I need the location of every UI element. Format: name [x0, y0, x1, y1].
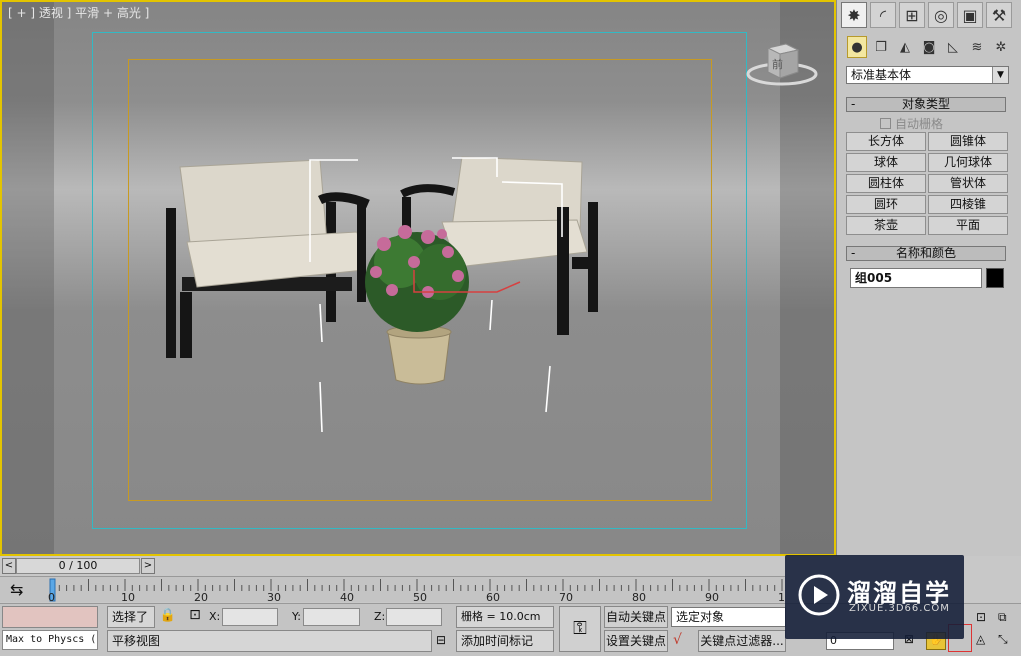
selection-status: 选择了: [107, 606, 155, 628]
watermark-logo: 溜溜自学 ZIXUE.3D66.COM: [785, 555, 964, 639]
play-logo-icon: [798, 574, 840, 616]
pyramid-button[interactable]: 四棱锥: [928, 195, 1008, 214]
viewport-label-menu[interactable]: [ + ] 透视 ] 平滑 + 高光 ]: [8, 4, 149, 21]
z-coordinate-field[interactable]: [386, 608, 442, 626]
z-label: Z:: [374, 610, 386, 623]
collapse-icon: -: [851, 97, 856, 111]
cone-button[interactable]: 圆锥体: [928, 132, 1008, 151]
key-filters-button[interactable]: 关键点过滤器...: [698, 630, 786, 652]
auto-grid-label: 自动栅格: [895, 117, 944, 131]
perspective-viewport[interactable]: [ + ] 透视 ] 平滑 + 高光 ] 前: [0, 0, 836, 556]
add-time-tag-button[interactable]: 添加时间标记: [456, 630, 554, 652]
x-label: X:: [209, 610, 221, 623]
box-button[interactable]: 长方体: [846, 132, 926, 151]
shapes-icon[interactable]: ❐: [871, 36, 891, 58]
key-mode-dropdown[interactable]: 选定对象: [671, 607, 786, 627]
viewcube[interactable]: 前: [746, 40, 818, 88]
watermark-url: ZIXUE.3D66.COM: [849, 603, 950, 614]
tick-label: 10: [121, 591, 135, 603]
torus-button[interactable]: 圆环: [846, 195, 926, 214]
tick-label: 0: [48, 591, 55, 603]
hierarchy-icon[interactable]: ⊞: [899, 2, 925, 28]
tick-label: 70: [559, 591, 573, 603]
object-type-title: 对象类型: [901, 97, 950, 111]
y-coordinate-field[interactable]: [303, 608, 360, 626]
name-color-title: 名称和颜色: [895, 246, 956, 260]
helpers-icon[interactable]: ◺: [943, 36, 963, 58]
spacewarps-icon[interactable]: ≋: [967, 36, 987, 58]
tick-label: 10: [778, 591, 784, 603]
object-type-rollout-header[interactable]: - 对象类型: [846, 97, 1006, 112]
auto-key-button[interactable]: 自动关键点: [604, 606, 668, 628]
maxscript-mini-listener-top[interactable]: [2, 606, 98, 628]
viewcube-face-label[interactable]: 前: [772, 57, 783, 71]
min-max-toggle-icon[interactable]: ⤡: [998, 632, 1016, 650]
sphere-button[interactable]: 球体: [846, 153, 926, 172]
tick-label: 50: [413, 591, 427, 603]
motion-icon[interactable]: ◎: [928, 2, 954, 28]
key-icon[interactable]: ⚿: [559, 606, 601, 652]
systems-icon[interactable]: ✲: [991, 36, 1011, 58]
object-name-field[interactable]: 组005: [850, 268, 982, 288]
key-tangent-icon[interactable]: √: [673, 632, 693, 650]
key-mode-value: 选定对象: [676, 610, 725, 624]
object-color-swatch[interactable]: [986, 268, 1004, 288]
trackbar[interactable]: ⇆ 0 10 20 30 40 50 60 70 80 90 10: [0, 576, 785, 603]
collapse-icon: -: [851, 246, 856, 260]
display-icon[interactable]: ▣: [957, 2, 983, 28]
utilities-icon[interactable]: ⚒: [986, 2, 1012, 28]
lock-icon[interactable]: 🔒: [159, 608, 177, 626]
cameras-icon[interactable]: ◙: [919, 36, 939, 58]
modify-icon[interactable]: ◜: [870, 2, 896, 28]
time-tag-icon[interactable]: ⊟: [436, 633, 452, 649]
tick-label: 30: [267, 591, 281, 603]
maxscript-mini-listener[interactable]: Max to Physcs (: [2, 630, 98, 650]
tick-label: 40: [340, 591, 354, 603]
scene-render[interactable]: [152, 142, 632, 442]
x-coordinate-field[interactable]: [222, 608, 278, 626]
command-panel-tabs: ✸ ◜ ⊞ ◎ ▣ ⚒: [841, 2, 1021, 28]
curve-editor-icon[interactable]: ⇆: [10, 580, 34, 600]
left-chair-model[interactable]: [166, 159, 370, 358]
time-prev-button[interactable]: <: [2, 558, 16, 574]
time-slider-thumb[interactable]: 0 / 100: [16, 558, 140, 574]
field-of-view-icon[interactable]: ◬: [976, 632, 994, 650]
create-icon[interactable]: ✸: [841, 2, 867, 28]
primitive-category-dropdown[interactable]: 标准基本体 ▼: [846, 66, 1009, 84]
trackbar-ruler[interactable]: 0 10 20 30 40 50 60 70 80 90 10: [44, 577, 784, 603]
lights-icon[interactable]: ◭: [895, 36, 915, 58]
plane-button[interactable]: 平面: [928, 216, 1008, 235]
name-color-rollout-header[interactable]: - 名称和颜色: [846, 246, 1006, 261]
set-key-button[interactable]: 设置关键点: [604, 630, 668, 652]
chevron-down-icon[interactable]: ▼: [992, 67, 1008, 83]
object-type-buttons: 长方体 圆锥体 球体 几何球体 圆柱体 管状体 圆环 四棱锥 茶壶 平面: [846, 132, 1008, 235]
auto-grid-check-icon[interactable]: [880, 118, 891, 129]
time-next-button[interactable]: >: [141, 558, 155, 574]
primitive-category-value: 标准基本体: [851, 68, 912, 82]
tube-button[interactable]: 管状体: [928, 174, 1008, 193]
create-subtabs: ● ❐ ◭ ◙ ◺ ≋ ✲: [847, 36, 1017, 58]
cylinder-button[interactable]: 圆柱体: [846, 174, 926, 193]
geometry-icon[interactable]: ●: [847, 36, 867, 58]
grid-spacing: 栅格 = 10.0cm: [456, 606, 554, 628]
viewport-mask-left: [2, 2, 54, 554]
teapot-button[interactable]: 茶壶: [846, 216, 926, 235]
tick-label: 80: [632, 591, 646, 603]
maximize-viewport-icon[interactable]: ⧉: [998, 610, 1016, 628]
auto-grid-checkbox[interactable]: 自动栅格: [880, 115, 943, 132]
tick-label: 60: [486, 591, 500, 603]
geosphere-button[interactable]: 几何球体: [928, 153, 1008, 172]
zoom-extents-icon[interactable]: ⊡: [976, 610, 994, 628]
tick-label: 90: [705, 591, 719, 603]
tick-label: 20: [194, 591, 208, 603]
y-label: Y:: [292, 610, 301, 623]
absolute-mode-icon[interactable]: ⊡: [185, 607, 205, 627]
time-slider: < 0 / 100 >: [0, 557, 156, 575]
prompt-line: 平移视图: [107, 630, 432, 652]
